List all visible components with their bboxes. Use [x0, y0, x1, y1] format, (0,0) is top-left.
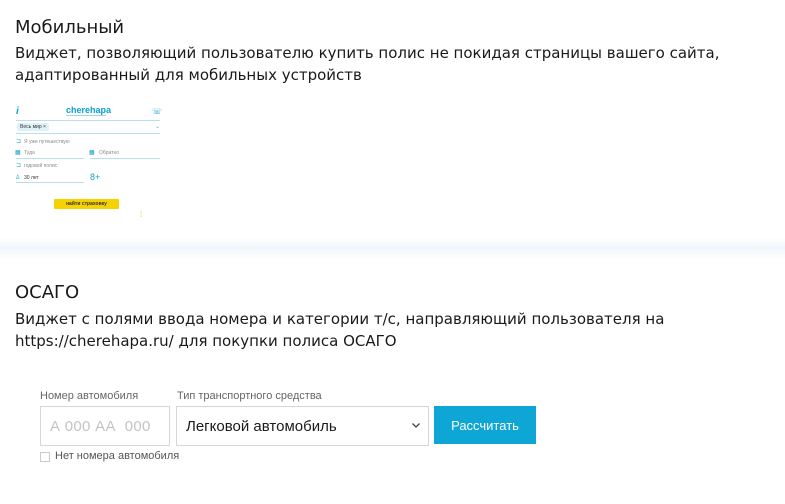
no-plate-checkbox[interactable]: [40, 452, 50, 462]
preview-travelling-text: Я уже путешествую: [24, 139, 70, 145]
mobile-section-title: Мобильный: [15, 17, 125, 38]
plate-number-input[interactable]: [40, 406, 170, 446]
mobile-section-description: Виджет, позволяющий пользователю купить …: [15, 44, 720, 84]
preview-destination-chip: Весь мир ×: [17, 123, 49, 131]
plate-number-label: Номер автомобиля: [40, 390, 139, 402]
preview-annual-text: годовой полис: [24, 163, 58, 169]
vehicle-type-select[interactable]: Легковой автомобиль: [176, 406, 429, 446]
preview-logo-underline: [66, 115, 106, 116]
preview-field-underline: [90, 158, 160, 159]
preview-from-field: Туда: [24, 150, 35, 156]
section-divider: [0, 238, 785, 260]
calendar-icon: ▦: [15, 150, 21, 156]
preview-age-field: 30 лет: [24, 175, 39, 181]
cursor-icon: ⁞: [140, 210, 143, 219]
preview-field-underline: [16, 182, 84, 183]
add-person-icon: 8+: [90, 172, 101, 182]
preview-logo: cherehapa: [66, 105, 112, 115]
mobile-widget-preview: i cherehapa ☏ Весь мир × ⌄ ⊐ Я уже путеш…: [14, 104, 162, 222]
osago-section-description: Виджет с полями ввода номера и категории…: [15, 310, 665, 350]
preview-field-underline: [16, 158, 84, 159]
chevron-down-icon: [412, 423, 420, 428]
preview-divider: [16, 133, 160, 134]
calendar-icon: ▦: [89, 150, 95, 156]
no-plate-label[interactable]: Нет номера автомобиля: [55, 450, 179, 462]
preview-divider: [16, 120, 160, 121]
osago-section-title: ОСАГО: [15, 282, 80, 303]
checkbox-icon: ⊐: [16, 163, 22, 169]
preview-find-insurance-button: найти страховку: [54, 199, 119, 209]
calculate-button[interactable]: Рассчитать: [434, 406, 536, 444]
calendar-icon: ⊐: [16, 139, 22, 145]
vehicle-type-label: Тип транспортного средства: [177, 390, 322, 402]
phone-icon: ☏: [152, 107, 163, 116]
person-icon: ♙: [15, 175, 21, 181]
vehicle-type-value: Легковой автомобиль: [186, 418, 337, 435]
preview-back-field: Обратно: [99, 150, 120, 156]
info-icon: i: [16, 106, 19, 117]
chevron-down-icon: ⌄: [155, 124, 161, 130]
